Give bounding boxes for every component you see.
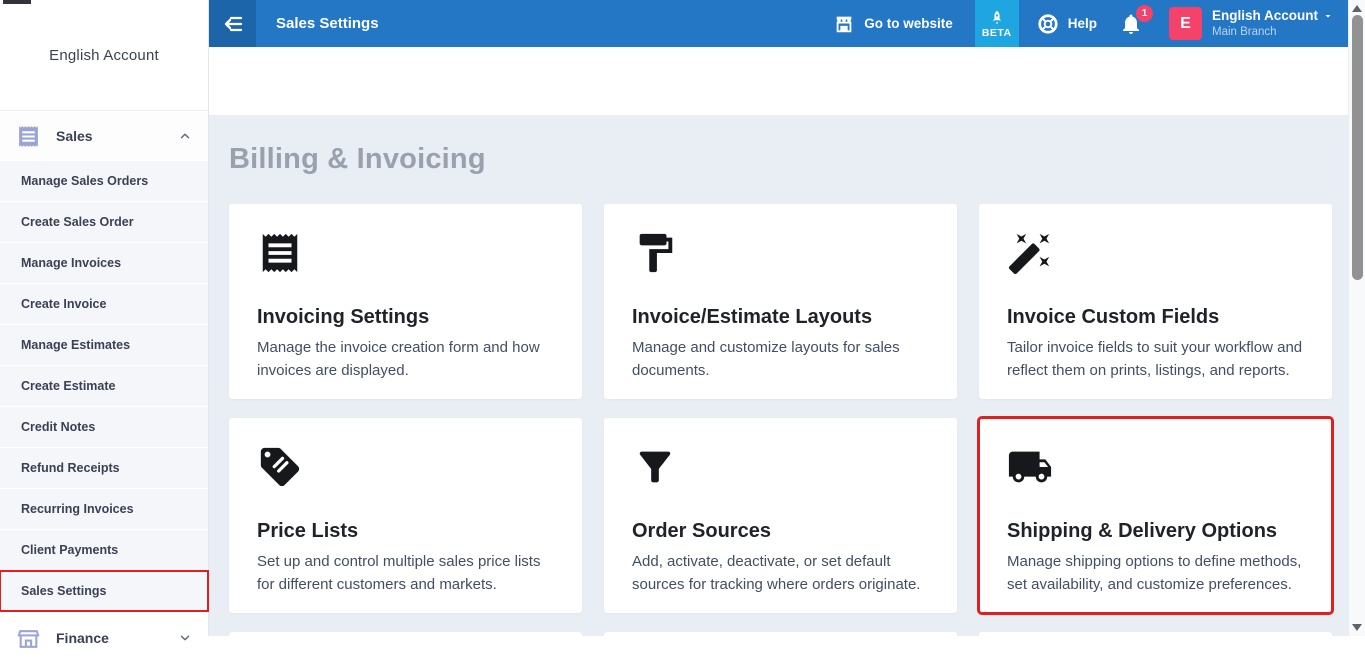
sidebar-item-manage-invoices[interactable]: Manage Invoices bbox=[0, 243, 208, 283]
card-title: Shipping & Delivery Options bbox=[1007, 520, 1304, 543]
partial-card[interactable] bbox=[979, 632, 1332, 636]
card-description: Tailor invoice fields to suit your workf… bbox=[1007, 336, 1304, 383]
go-to-website-button[interactable]: Go to website bbox=[833, 13, 953, 35]
go-to-website-label: Go to website bbox=[864, 16, 953, 31]
help-label: Help bbox=[1068, 16, 1097, 31]
card-description: Add, activate, deactivate, or set defaul… bbox=[632, 550, 929, 597]
help-button[interactable]: Help bbox=[1037, 13, 1097, 35]
sidebar-item-create-sales-order[interactable]: Create Sales Order bbox=[0, 202, 208, 242]
sidebar-account-name: English Account bbox=[49, 47, 159, 64]
beta-badge[interactable]: BETA bbox=[975, 0, 1019, 47]
card-title: Invoice Custom Fields bbox=[1007, 306, 1304, 329]
notifications-button[interactable]: 1 bbox=[1119, 12, 1143, 36]
avatar-initial: E bbox=[1180, 15, 1191, 33]
collapse-sidebar-icon bbox=[221, 12, 245, 36]
sidebar-item-manage-estimates[interactable]: Manage Estimates bbox=[0, 325, 208, 365]
partial-card[interactable] bbox=[229, 632, 582, 636]
content-top-spacer bbox=[209, 47, 1348, 115]
sidebar-section-finance[interactable]: Finance bbox=[0, 614, 208, 662]
paint-roller-icon bbox=[632, 230, 929, 280]
sidebar-item-credit-notes[interactable]: Credit Notes bbox=[0, 407, 208, 447]
card-shipping-delivery-options[interactable]: Shipping & Delivery Options Manage shipp… bbox=[979, 418, 1332, 613]
account-menu[interactable]: English Account Main Branch bbox=[1212, 8, 1334, 39]
topbar: Sales Settings Go to website bbox=[209, 0, 1348, 47]
sidebar-account-header: English Account bbox=[0, 0, 208, 111]
card-title: Price Lists bbox=[257, 520, 554, 543]
settings-card-grid: Invoicing Settings Manage the invoice cr… bbox=[229, 204, 1332, 636]
beta-label: BETA bbox=[982, 27, 1012, 39]
scrollbar-down-arrow[interactable] bbox=[1352, 624, 1362, 631]
sidebar-item-recurring-invoices[interactable]: Recurring Invoices bbox=[0, 489, 208, 529]
filter-funnel-icon bbox=[632, 444, 929, 494]
card-title: Order Sources bbox=[632, 520, 929, 543]
avatar[interactable]: E bbox=[1169, 7, 1202, 40]
card-invoicing-settings[interactable]: Invoicing Settings Manage the invoice cr… bbox=[229, 204, 582, 399]
sidebar-section-sales[interactable]: Sales bbox=[0, 112, 208, 160]
chevron-down-icon bbox=[1322, 10, 1334, 22]
sidebar-item-create-estimate[interactable]: Create Estimate bbox=[0, 366, 208, 406]
card-title: Invoice/Estimate Layouts bbox=[632, 306, 929, 329]
sidebar-item-create-invoice[interactable]: Create Invoice bbox=[0, 284, 208, 324]
vertical-scrollbar[interactable] bbox=[1348, 0, 1365, 636]
scrollbar-thumb[interactable] bbox=[1352, 15, 1363, 280]
help-buoy-icon bbox=[1037, 13, 1059, 35]
collapse-sidebar-button[interactable] bbox=[209, 0, 256, 47]
sidebar-item-sales-settings[interactable]: Sales Settings bbox=[0, 571, 208, 611]
card-description: Manage and customize layouts for sales d… bbox=[632, 336, 929, 383]
sidebar-section-sales-label: Sales bbox=[56, 128, 178, 144]
sidebar-item-client-payments[interactable]: Client Payments bbox=[0, 530, 208, 570]
section-title: Billing & Invoicing bbox=[229, 143, 1332, 176]
sidebar-menu: Manage Sales Orders Create Sales Order M… bbox=[0, 161, 208, 612]
card-invoice-custom-fields[interactable]: Invoice Custom Fields Tailor invoice fie… bbox=[979, 204, 1332, 399]
rocket-icon bbox=[989, 9, 1005, 26]
receipt-icon bbox=[257, 230, 554, 280]
sidebar-item-refund-receipts[interactable]: Refund Receipts bbox=[0, 448, 208, 488]
account-name: English Account bbox=[1212, 8, 1318, 25]
magic-wand-icon bbox=[1007, 230, 1304, 280]
partial-card[interactable] bbox=[604, 632, 957, 636]
scrollbar-up-arrow[interactable] bbox=[1352, 5, 1362, 12]
card-order-sources[interactable]: Order Sources Add, activate, deactivate,… bbox=[604, 418, 957, 613]
sidebar-section-finance-label: Finance bbox=[56, 630, 178, 646]
card-description: Manage the invoice creation form and how… bbox=[257, 336, 554, 383]
sidebar: English Account Sales Manage Sales Order… bbox=[0, 0, 209, 636]
card-invoice-estimate-layouts[interactable]: Invoice/Estimate Layouts Manage and cust… bbox=[604, 204, 957, 399]
truck-icon bbox=[1007, 444, 1304, 494]
card-title: Invoicing Settings bbox=[257, 306, 554, 329]
chevron-down-icon bbox=[178, 631, 192, 645]
card-description: Set up and control multiple sales price … bbox=[257, 550, 554, 597]
sidebar-item-manage-sales-orders[interactable]: Manage Sales Orders bbox=[0, 161, 208, 201]
price-tag-icon bbox=[257, 444, 554, 494]
card-price-lists[interactable]: Price Lists Set up and control multiple … bbox=[229, 418, 582, 613]
main-content: Billing & Invoicing Invoicing Settings M… bbox=[209, 115, 1348, 636]
branch-name: Main Branch bbox=[1212, 25, 1334, 39]
sales-receipt-icon bbox=[16, 124, 41, 149]
chevron-up-icon bbox=[178, 129, 192, 143]
topbar-right-group: Go to website BETA Help bbox=[833, 0, 1348, 47]
finance-store-icon bbox=[16, 626, 41, 651]
storefront-icon bbox=[833, 13, 855, 35]
notification-count-badge: 1 bbox=[1136, 5, 1153, 22]
card-description: Manage shipping options to define method… bbox=[1007, 550, 1304, 597]
page-title: Sales Settings bbox=[276, 15, 833, 32]
